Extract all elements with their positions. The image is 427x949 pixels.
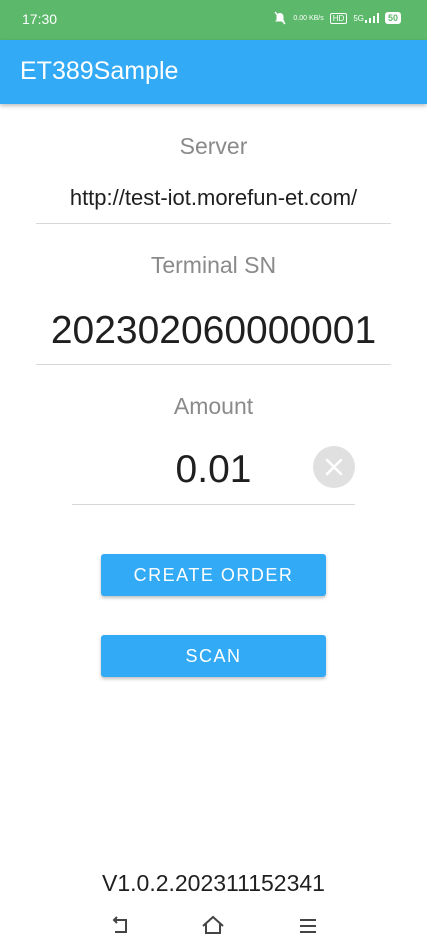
- version-text: V1.0.2.202311152341: [102, 870, 325, 896]
- mute-icon: [274, 11, 286, 25]
- battery-icon: 50: [384, 12, 401, 24]
- terminal-sn-label: Terminal SN: [150, 252, 277, 278]
- status-bar: 17:30 0.00 KB/s HD 5G 50: [0, 0, 427, 40]
- home-nav-icon[interactable]: [199, 911, 227, 939]
- terminal-sn-field[interactable]: 202302060000001: [36, 302, 391, 365]
- server-label: Server: [179, 133, 248, 159]
- signal-label: 5G: [353, 14, 364, 23]
- app-bar: ET389Sample: [0, 40, 427, 104]
- net-speed: 0.00 KB/s: [293, 14, 324, 22]
- amount-label: Amount: [173, 393, 254, 419]
- status-time: 17:30: [22, 11, 58, 27]
- menu-nav-icon[interactable]: [294, 911, 322, 939]
- signal-icon: 5G: [353, 13, 379, 23]
- clear-x-glyph: [325, 458, 343, 476]
- status-icons: 0.00 KB/s HD 5G 50: [273, 11, 401, 25]
- back-nav-icon[interactable]: [106, 911, 134, 939]
- app-title: ET389Sample: [20, 57, 179, 85]
- create-order-button[interactable]: CREATE ORDER: [101, 554, 326, 596]
- scan-button[interactable]: SCAN: [101, 635, 326, 677]
- server-field[interactable]: http://test-iot.morefun-et.com/: [36, 178, 391, 224]
- navigation-bar: [0, 905, 427, 949]
- hd-badge: HD: [329, 12, 348, 24]
- clear-icon[interactable]: [313, 446, 355, 488]
- signal-bars: [364, 13, 379, 23]
